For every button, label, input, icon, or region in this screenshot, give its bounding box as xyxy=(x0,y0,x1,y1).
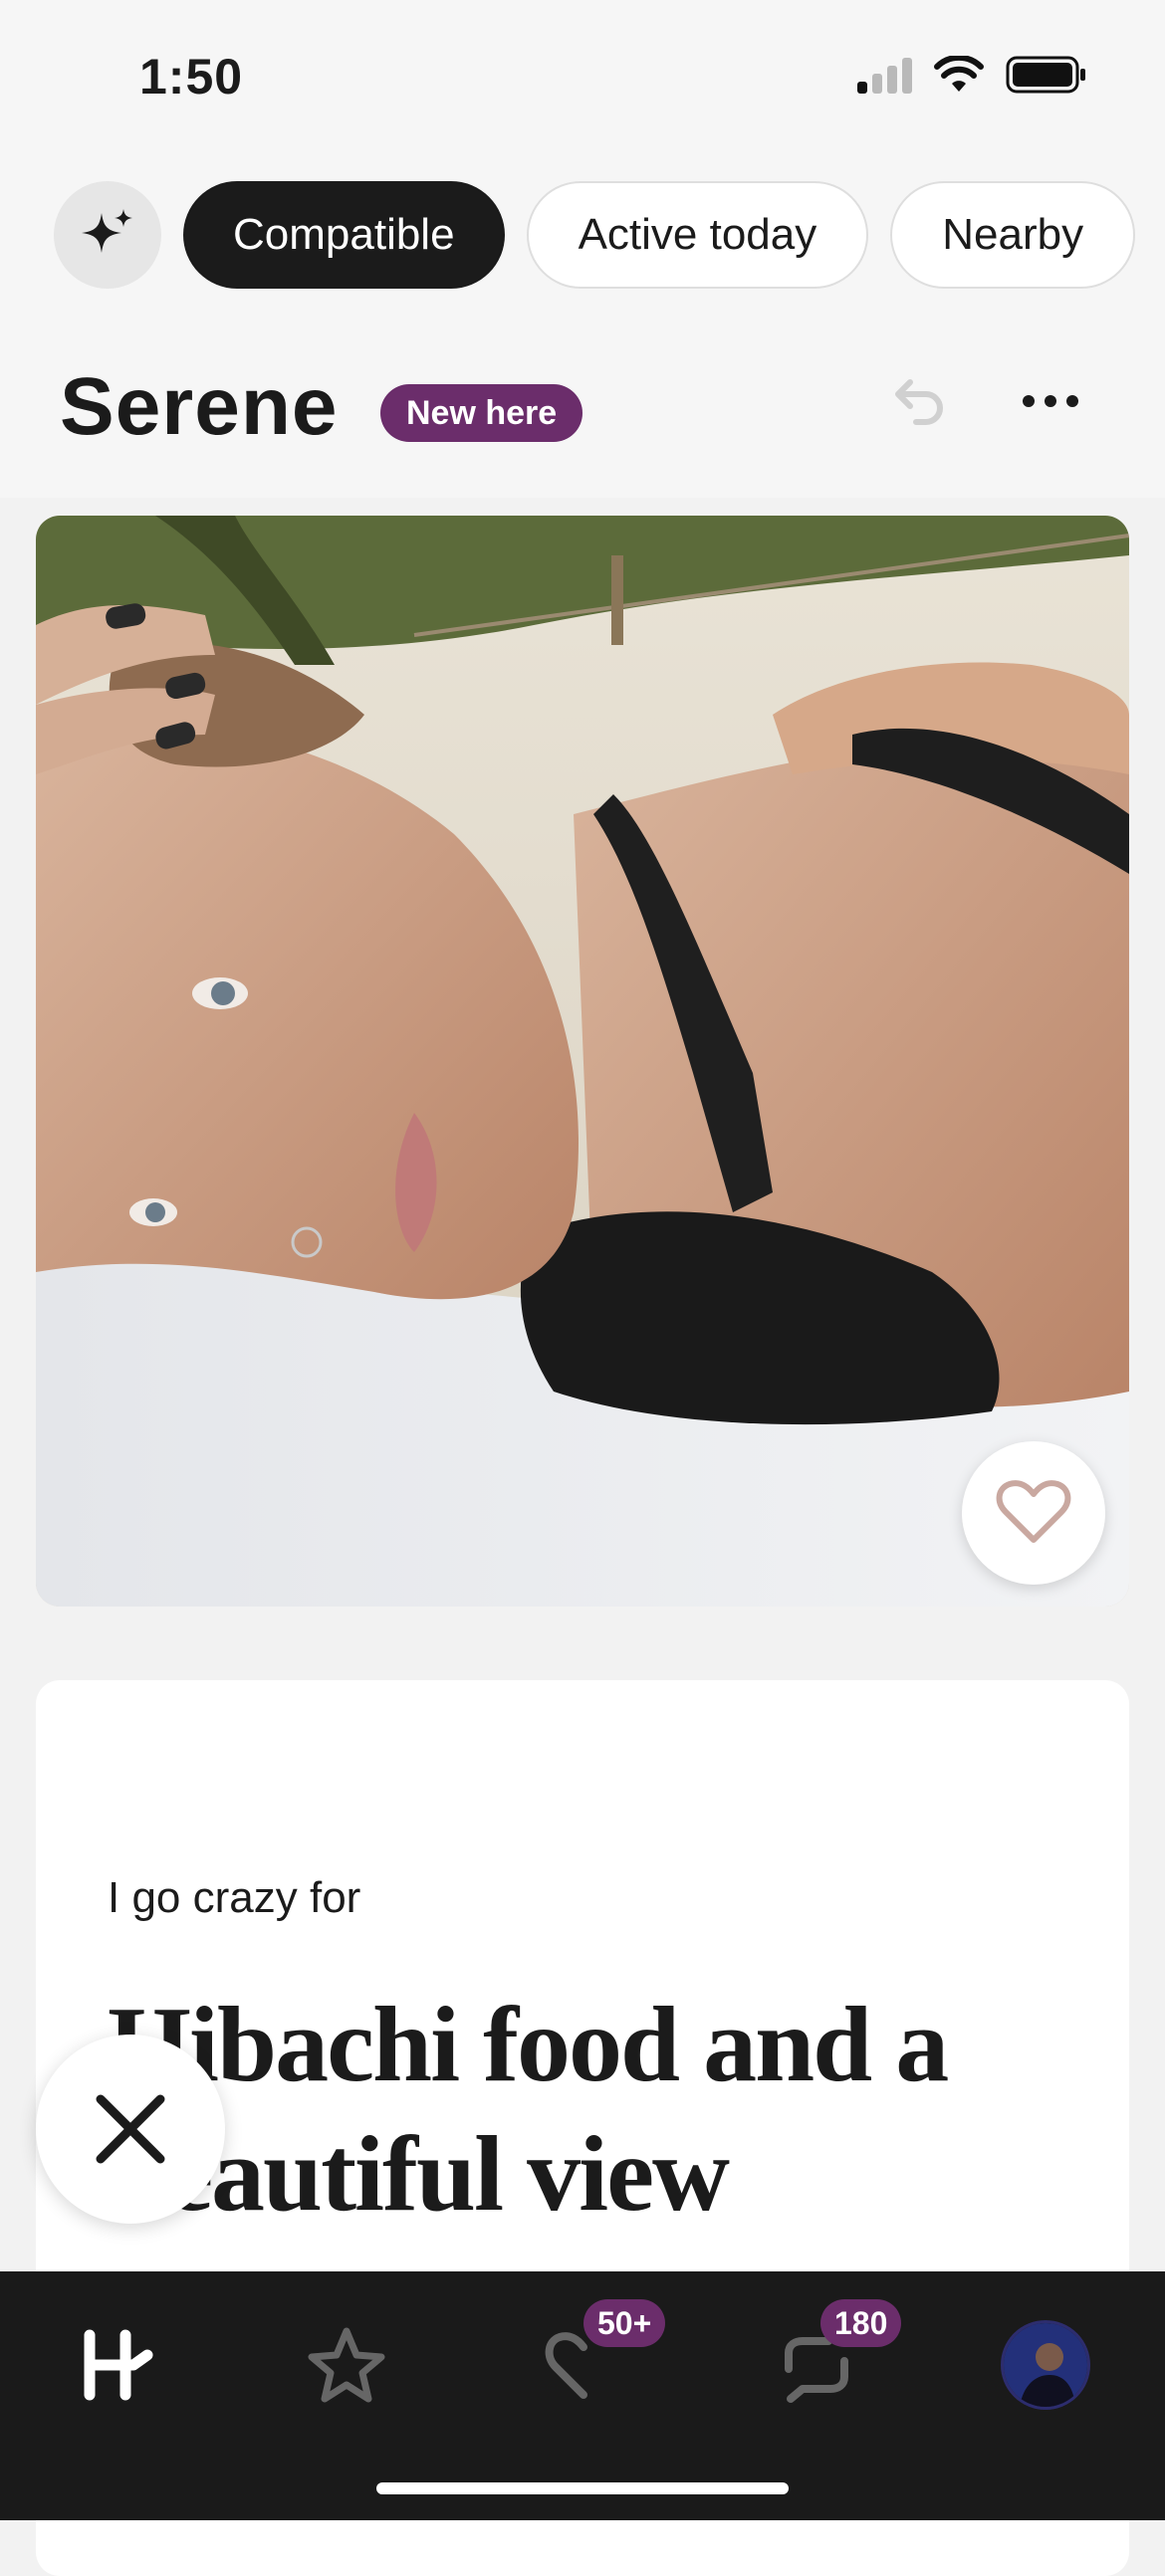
nav-likes[interactable]: 50+ xyxy=(524,2299,666,2425)
dismiss-button[interactable] xyxy=(36,2035,225,2224)
star-icon xyxy=(308,2327,385,2403)
sparkle-button[interactable] xyxy=(54,181,161,289)
prompt-answer: Hibachi food and a beautiful view xyxy=(108,1986,949,2234)
home-logo-icon xyxy=(84,2329,153,2401)
nav-messages[interactable]: 180 xyxy=(757,2299,902,2425)
profile-photo xyxy=(36,516,1129,1607)
chip-active-today[interactable]: Active today xyxy=(526,181,869,289)
profile-name: Serene xyxy=(60,361,339,452)
nav-home[interactable] xyxy=(56,2305,175,2425)
more-options-button[interactable] xyxy=(1020,378,1081,429)
status-icons xyxy=(857,56,1087,94)
messages-count-badge: 180 xyxy=(820,2299,902,2347)
signal-icon xyxy=(857,56,912,94)
filter-bar: Compatible Active today Nearby xyxy=(54,179,1136,291)
sparkle-icon xyxy=(82,209,132,253)
avatar xyxy=(1001,2320,1090,2410)
chip-compatible[interactable]: Compatible xyxy=(183,181,505,289)
like-photo-button[interactable] xyxy=(962,1441,1105,1585)
heart-icon xyxy=(996,1480,1071,1543)
status-time: 1:50 xyxy=(139,49,244,105)
wifi-icon xyxy=(934,56,984,92)
close-icon xyxy=(96,2094,165,2164)
nav-standouts[interactable] xyxy=(287,2305,406,2425)
more-icon xyxy=(1023,395,1078,407)
likes-count-badge: 50+ xyxy=(583,2299,666,2347)
nav-profile[interactable] xyxy=(986,2305,1105,2425)
new-here-badge: New here xyxy=(380,384,583,442)
prompt-question: I go crazy for xyxy=(108,1873,361,1922)
undo-icon xyxy=(895,379,943,425)
battery-icon xyxy=(1006,56,1085,94)
home-indicator xyxy=(376,2482,789,2494)
chip-nearby[interactable]: Nearby xyxy=(890,181,1136,289)
undo-button[interactable] xyxy=(890,370,950,435)
